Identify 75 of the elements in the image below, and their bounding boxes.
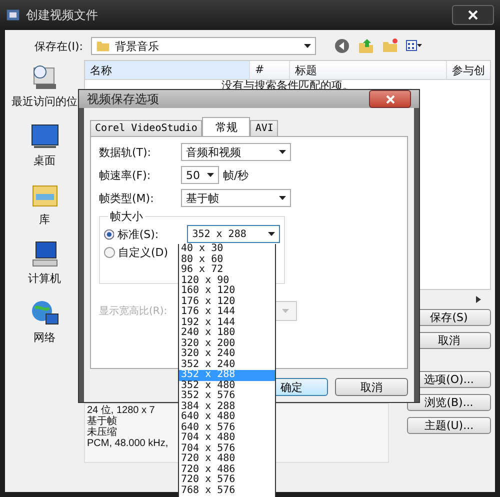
dropdown-field[interactable]: 352 x 288 (187, 225, 280, 243)
place-label[interactable]: 库 (39, 212, 50, 227)
list-option[interactable]: 320 x 200 (179, 338, 275, 349)
dropdown-field[interactable]: 50 (181, 166, 219, 184)
radio-label[interactable]: 标准(S): (117, 226, 184, 242)
view-menu-icon[interactable] (406, 38, 422, 54)
list-option[interactable]: 352 x 240 (179, 360, 275, 370)
list-option[interactable]: 96 x 72 (179, 265, 275, 276)
new-folder-icon[interactable] (382, 38, 398, 54)
back-icon[interactable] (334, 38, 350, 54)
caret-icon (268, 232, 276, 236)
caret-icon (279, 196, 286, 200)
info-line: 24 位, 1280 x 7 (87, 405, 155, 416)
field-label: 数据轨(T): (99, 144, 152, 160)
list-option[interactable]: 80 x 60 (179, 254, 275, 265)
group-title: 帧大小 (108, 209, 145, 224)
close-icon (468, 10, 478, 20)
list-option[interactable]: 176 x 120 (179, 296, 275, 307)
info-line: 基于帧 (87, 416, 117, 427)
list-option[interactable]: 160 x 120 (179, 286, 275, 296)
close-button[interactable] (369, 90, 411, 108)
caret-icon (279, 150, 286, 154)
caret-icon (282, 309, 288, 313)
list-option[interactable]: 768 x 576 (179, 486, 275, 496)
computer-icon[interactable] (30, 239, 60, 269)
unit-label: 帧/秒 (223, 168, 249, 182)
field-label: 帧类型(M): (99, 190, 155, 206)
folder-icon (96, 39, 110, 53)
info-line: 未压缩 (87, 427, 117, 438)
caret-icon (207, 173, 214, 177)
field-label: 显示宽高比(R): (99, 304, 168, 318)
list-option[interactable]: 176 x 144 (179, 307, 275, 318)
window-title: 创建视频文件 (26, 6, 98, 24)
place-label[interactable]: 计算机 (28, 271, 61, 286)
dialog-title: 视频保存选项 (87, 90, 159, 108)
place-label[interactable]: 网络 (34, 330, 56, 345)
radio-button[interactable] (104, 228, 114, 240)
triangle-icon (476, 296, 481, 303)
dialog-button[interactable]: 取消 (335, 378, 408, 396)
dropdown-field[interactable]: 音频和视频 (181, 143, 291, 161)
field-label: 帧速率(F): (99, 168, 152, 182)
tab[interactable]: AVI (250, 120, 278, 136)
list-option[interactable]: 704 x 480 (179, 433, 275, 444)
list-option[interactable]: 192 x 144 (179, 318, 275, 328)
column-header[interactable]: # (250, 61, 290, 79)
up-folder-icon[interactable] (358, 38, 374, 54)
list-option[interactable]: 320 x 240 (179, 349, 275, 360)
list-option[interactable]: 720 x 486 (179, 464, 275, 475)
app-icon (6, 8, 20, 22)
column-header[interactable]: 名称 (85, 61, 250, 79)
list-option[interactable]: 240 x 180 (179, 328, 275, 338)
dropdown-field[interactable]: 基于帧 (181, 189, 291, 207)
folder-dropdown[interactable]: 背景音乐 (91, 37, 316, 55)
list-option[interactable]: 720 x 576 (179, 475, 275, 486)
caret-icon (304, 44, 311, 48)
tab[interactable]: 常规 (202, 117, 250, 136)
dialog-button[interactable]: 主题(U)... (407, 417, 491, 434)
place-label[interactable]: 最近访问的位 (12, 94, 78, 109)
tab[interactable]: Corel VideoStudio (90, 120, 202, 136)
save-in-label: 保存在(I): (33, 38, 83, 54)
list-option[interactable]: 704 x 576 (179, 444, 275, 454)
list-option[interactable]: 720 x 480 (179, 454, 275, 464)
column-header[interactable]: 标题 (290, 61, 447, 79)
info-line: PCM, 48.000 kHz, (87, 438, 168, 449)
list-option[interactable]: 640 x 480 (179, 412, 275, 422)
close-icon (386, 94, 394, 104)
place-label[interactable]: 桌面 (34, 153, 56, 168)
column-header[interactable]: 参与创 (447, 61, 490, 79)
list-option[interactable]: 384 x 288 (179, 402, 275, 412)
list-option[interactable]: 40 x 30 (179, 244, 275, 254)
list-option[interactable]: 120 x 90 (179, 276, 275, 286)
close-button[interactable] (452, 5, 494, 25)
list-option[interactable]: 640 x 576 (179, 422, 275, 433)
radio-button[interactable] (104, 246, 115, 258)
dialog-button[interactable]: 浏览(B)... (407, 394, 491, 411)
